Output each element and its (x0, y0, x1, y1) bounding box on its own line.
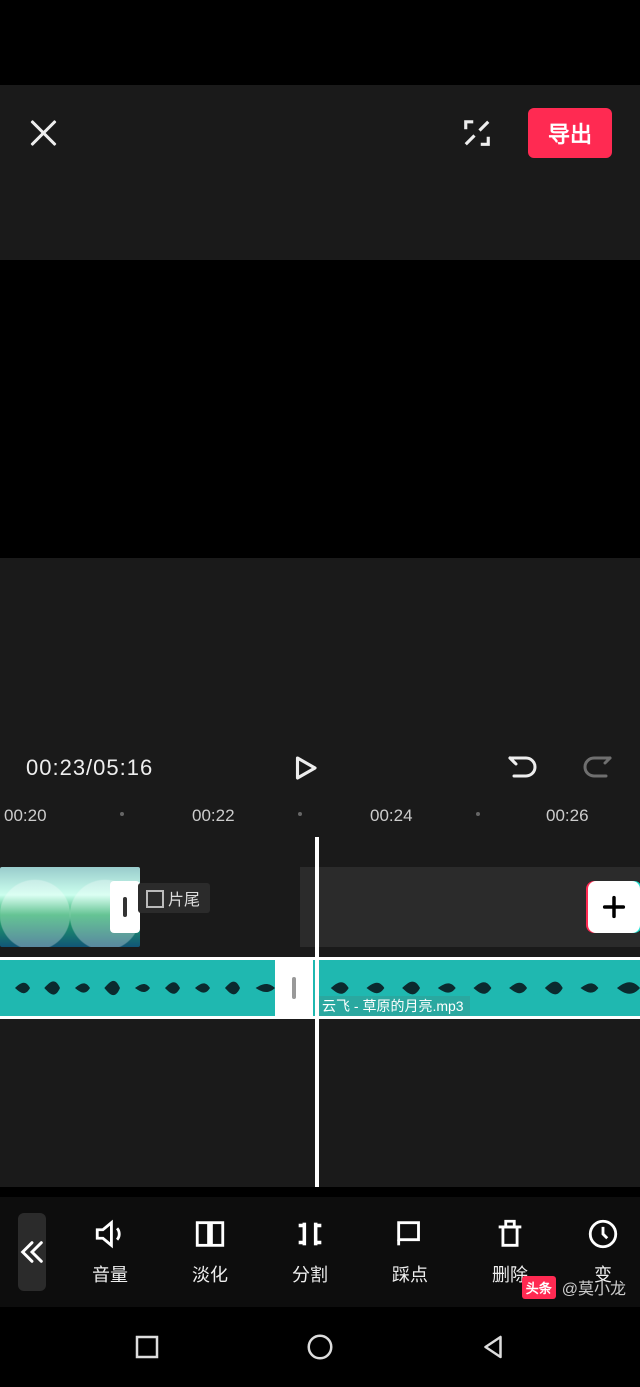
tool-label: 踩点 (392, 1261, 428, 1287)
redo-icon[interactable] (580, 753, 614, 783)
ruler-dot (120, 812, 124, 816)
ruler-tick: 00:24 (370, 806, 413, 826)
video-preview[interactable] (0, 260, 640, 558)
close-icon[interactable] (28, 118, 58, 148)
collapse-toolbar-button[interactable] (18, 1213, 46, 1291)
play-icon[interactable] (290, 751, 320, 785)
export-button[interactable]: 导出 (528, 108, 612, 158)
add-clip-button[interactable] (588, 881, 640, 933)
tool-label: 分割 (292, 1261, 328, 1287)
timeline[interactable]: 片尾 云飞 - 草原的月亮.mp3 (0, 837, 640, 1187)
status-bar-area (0, 0, 640, 85)
ruler-tick: 00:22 (192, 806, 235, 826)
watermark: 头条 @莫小龙 (522, 1275, 626, 1299)
undo-icon[interactable] (506, 753, 540, 783)
audio-clip-label: 云飞 - 草原的月亮.mp3 (316, 996, 470, 1016)
tool-label: 淡化 (192, 1261, 228, 1287)
header: 导出 (0, 85, 640, 180)
tool-split[interactable]: 分割 (260, 1217, 360, 1287)
tool-label: 音量 (92, 1261, 128, 1287)
audio-track[interactable]: 云飞 - 草原的月亮.mp3 (0, 957, 640, 1019)
ruler-dot (298, 812, 302, 816)
audio-trim-handle[interactable] (275, 957, 313, 1019)
audio-waveform-left[interactable] (0, 960, 275, 1016)
fullscreen-icon[interactable] (462, 118, 492, 148)
time-display: 00:23/05:16 (26, 755, 153, 781)
clip-tail-chip[interactable]: 片尾 (138, 883, 210, 913)
watermark-author: @莫小龙 (562, 1275, 626, 1299)
playback-bar: 00:23/05:16 (0, 737, 640, 799)
ruler-tick: 00:20 (4, 806, 47, 826)
ruler-dot (476, 812, 480, 816)
tool-volume[interactable]: 音量 (60, 1217, 160, 1287)
android-navbar (0, 1307, 640, 1387)
tool-beat[interactable]: 踩点 (360, 1217, 460, 1287)
clip-trim-handle[interactable] (110, 881, 140, 933)
nav-recent-icon[interactable] (132, 1332, 162, 1362)
playhead[interactable] (315, 837, 319, 1187)
nav-home-icon[interactable] (305, 1332, 335, 1362)
watermark-badge: 头条 (522, 1276, 556, 1299)
nav-back-icon[interactable] (478, 1332, 508, 1362)
ruler-tick: 00:26 (546, 806, 589, 826)
tool-fade[interactable]: 淡化 (160, 1217, 260, 1287)
preview-padding-top (0, 180, 640, 260)
clip-tail-label: 片尾 (168, 886, 200, 910)
timeline-ruler[interactable]: 00:20 00:22 00:24 00:26 (0, 799, 640, 837)
preview-padding-bottom (0, 558, 640, 737)
